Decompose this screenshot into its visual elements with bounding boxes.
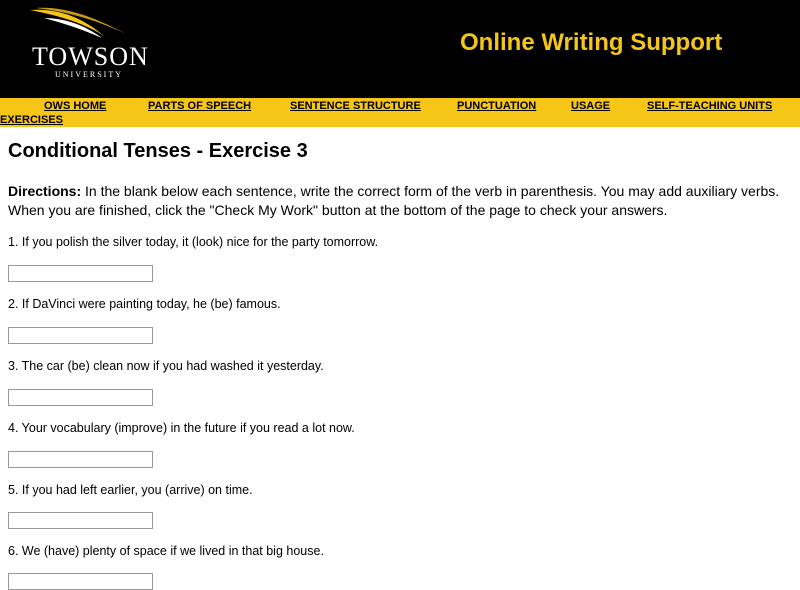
site-header: TOWSON UNIVERSITY Online Writing Support [0,0,800,98]
logo-name: TOWSON [32,42,149,71]
main-nav: OWS HOME PARTS OF SPEECH SENTENCE STRUCT… [0,98,800,127]
page-title: Conditional Tenses - Exercise 3 [8,140,308,162]
question-3: 3. The car (be) clean now if you had was… [8,359,324,373]
answer-input-2[interactable] [8,327,153,344]
nav-ows-home[interactable]: OWS HOME [44,100,106,112]
nav-exercises[interactable]: EXERCISES [0,114,63,126]
site-title: Online Writing Support [460,29,723,56]
answer-input-4[interactable] [8,451,153,468]
logo-subtitle: UNIVERSITY [55,70,123,79]
question-6: 6. We (have) plenty of space if we lived… [8,544,324,558]
answer-input-5[interactable] [8,512,153,529]
nav-usage[interactable]: USAGE [571,100,610,112]
answer-input-3[interactable] [8,389,153,406]
directions-text: In the blank below each sentence, write … [8,183,780,218]
answer-input-1[interactable] [8,265,153,282]
directions-label: Directions: [8,183,82,199]
question-2: 2. If DaVinci were painting today, he (b… [8,297,281,311]
nav-self-teaching-units[interactable]: SELF-TEACHING UNITS [647,100,772,112]
question-5: 5. If you had left earlier, you (arrive)… [8,483,253,497]
answer-input-6[interactable] [8,573,153,590]
nav-punctuation[interactable]: PUNCTUATION [457,100,536,112]
question-4: 4. Your vocabulary (improve) in the futu… [8,421,355,435]
nav-parts-of-speech[interactable]: PARTS OF SPEECH [148,100,251,112]
nav-sentence-structure[interactable]: SENTENCE STRUCTURE [290,100,421,112]
directions: Directions: In the blank below each sent… [8,182,796,220]
tiger-swoosh-icon [30,7,126,38]
question-1: 1. If you polish the silver today, it (l… [8,235,379,249]
towson-logo[interactable]: TOWSON UNIVERSITY [22,6,152,84]
